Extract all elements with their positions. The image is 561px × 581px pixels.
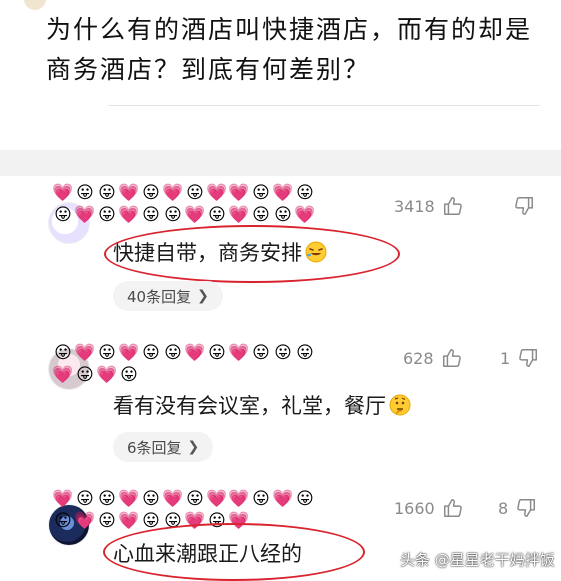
thumbs-down-icon[interactable] (516, 346, 540, 370)
dislike-group (506, 194, 536, 218)
thumbs-up-icon[interactable] (440, 346, 464, 370)
like-count: 3418 (394, 196, 435, 216)
article-title-line-1: 为什么有的酒店叫快捷酒店，而有的却是 (46, 15, 533, 44)
dislike-group: 8 (498, 496, 538, 520)
dislike-count: 8 (498, 498, 509, 518)
reply-count-button[interactable]: 6条回复 ❯ (113, 432, 214, 462)
like-group: 3418 (394, 194, 465, 218)
thumbs-down-icon[interactable] (514, 496, 538, 520)
username-emoji-string[interactable]: 💗 😛 😛 💗 😛 💗 😛 💗 💗 😛 💗 😛 😛 💗 😛 💗 😛 😛 💗 😛 💗 (52, 488, 327, 534)
divider (108, 105, 540, 106)
reply-count-button[interactable]: 40条回复 ❯ (113, 281, 223, 311)
section-separator (0, 150, 561, 176)
like-group: 628 (403, 346, 464, 370)
dislike-group: 1 (500, 346, 540, 370)
username-emoji-string[interactable]: 😛 💗 😛 💗 😛 😛 💗 😛 💗 😛 😛 😛 💗 😛 💗 😛 (52, 342, 327, 388)
thinking-face-icon (389, 394, 411, 416)
chevron-right-icon: ❯ (197, 288, 209, 304)
like-count: 1660 (394, 498, 435, 518)
thumbs-up-icon[interactable] (441, 194, 465, 218)
username-emoji-string[interactable]: 💗 😛 😛 💗 😛 💗 😛 💗 💗 😛 💗 😛 😛 💗 😛 💗 😛 😛 💗 😛 💗 😛 😛 💗 (52, 182, 327, 228)
comment-text: 心血来潮跟正八经的 (113, 542, 302, 566)
article-title-line-2: 商务酒店？到底有何差别？ (46, 55, 371, 84)
comment-text: 快捷自带，商务安排 (113, 237, 328, 267)
chevron-right-icon: ❯ (187, 439, 200, 455)
author-avatar (24, 0, 46, 10)
like-count: 628 (403, 348, 434, 368)
username-emoji: 💗 (52, 182, 74, 203)
article-header: 为什么有的酒店叫快捷酒店，而有的却是 商务酒店？到底有何差别？ (0, 0, 561, 108)
like-group: 1660 (394, 496, 465, 520)
thumbs-up-icon[interactable] (441, 496, 465, 520)
dislike-count: 1 (500, 348, 511, 368)
thumbs-down-icon[interactable] (512, 194, 536, 218)
comment-text: 看有没有会议室，礼堂，餐厅 (113, 390, 412, 420)
rolling-on-floor-laughing-icon (305, 241, 327, 263)
watermark: 头条 @星星老干妈拌饭 (400, 551, 555, 569)
